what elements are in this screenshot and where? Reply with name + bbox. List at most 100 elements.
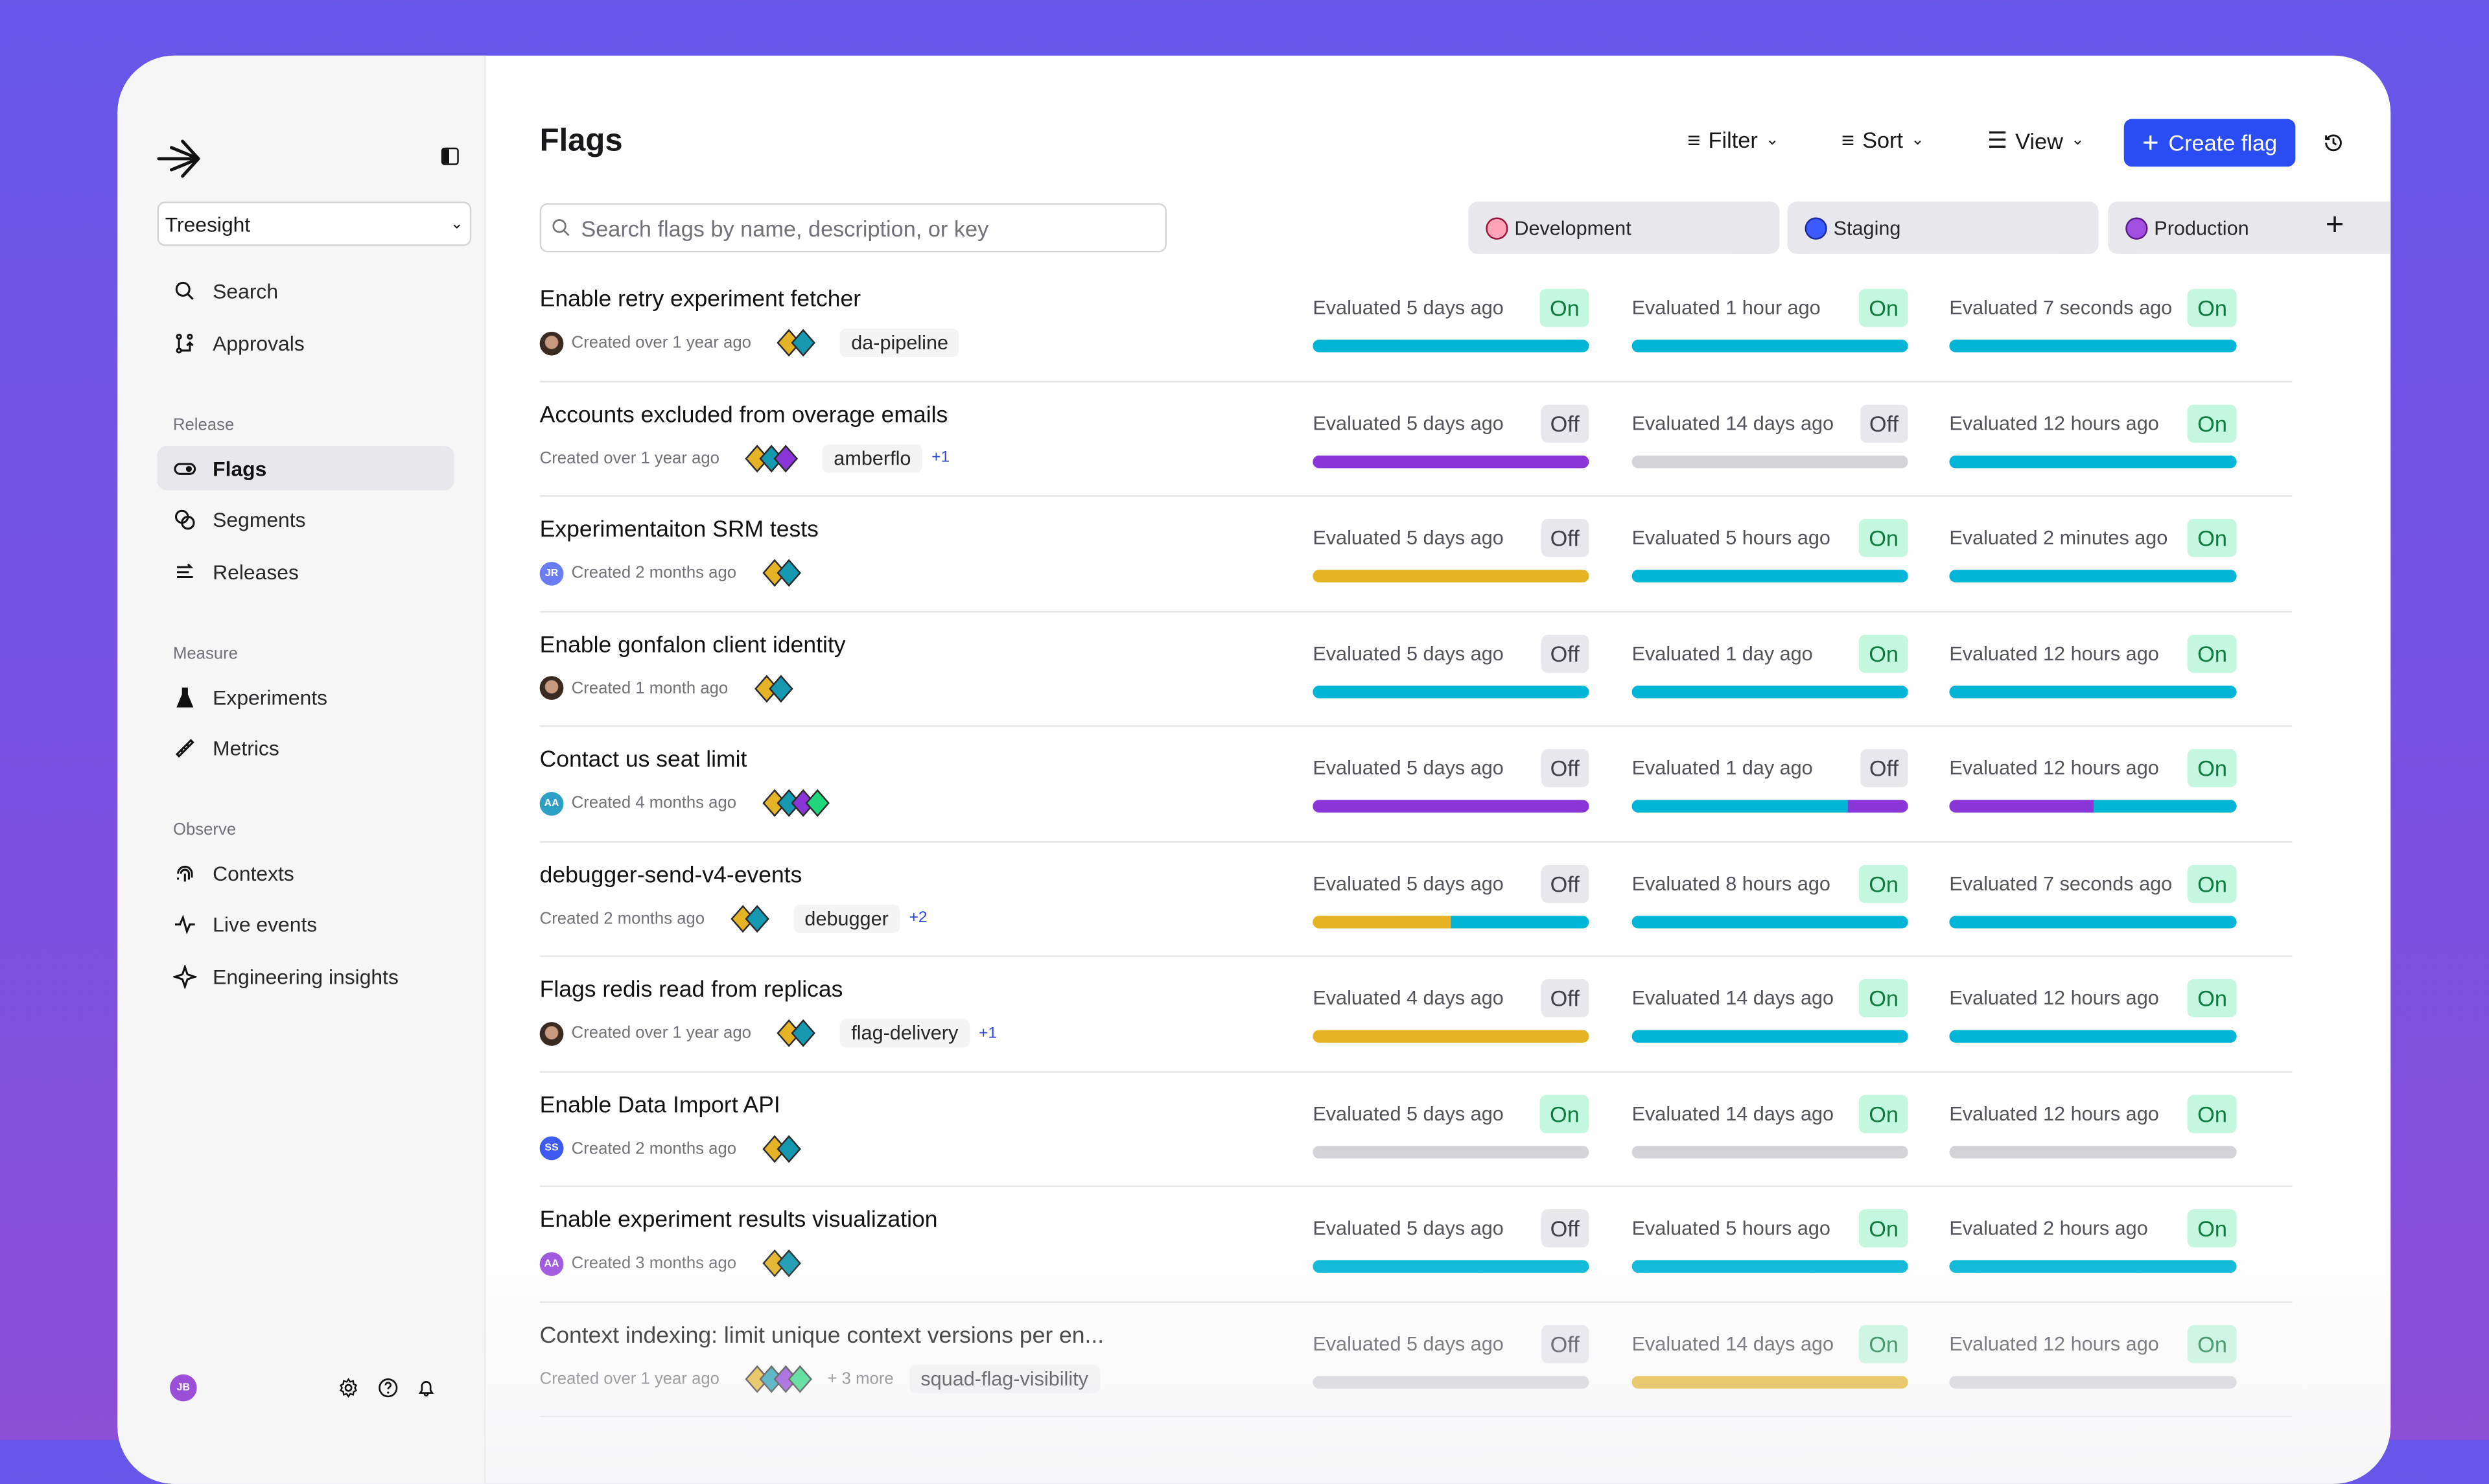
flag-row[interactable]: Flags redis read from replicas Created ov… bbox=[539, 957, 2293, 1072]
flag-name[interactable]: Accounts excluded from overage emails bbox=[540, 402, 948, 428]
evaluation-bar-segment bbox=[1313, 914, 1451, 928]
sidebar-item-flags[interactable]: Flags bbox=[157, 446, 454, 491]
created-text: Created over 1 year ago bbox=[571, 333, 751, 353]
sidebar-item-releases[interactable]: Releases bbox=[157, 550, 454, 594]
user-avatar[interactable]: JB bbox=[170, 1374, 197, 1402]
flag-row[interactable]: Enable gonfalon client identity Created 1… bbox=[539, 612, 2293, 727]
flag-row[interactable]: Contact us seat limit AA Created 4 months … bbox=[539, 727, 2293, 842]
search-input[interactable]: Search flags by name, description, or ke… bbox=[539, 203, 1167, 253]
sidebar-item-metrics[interactable]: Metrics bbox=[157, 726, 454, 771]
project-select[interactable]: Treesight ⌄ bbox=[157, 202, 472, 246]
filter-button[interactable]: ≡ Filter ⌄ bbox=[1687, 127, 1779, 152]
status-badge[interactable]: Off bbox=[1860, 404, 1908, 443]
status-badge[interactable]: On bbox=[2188, 288, 2237, 327]
sort-button[interactable]: ≡ Sort ⌄ bbox=[1841, 127, 1924, 152]
environment-status: Evaluated 1 day ago Off bbox=[1631, 727, 1908, 841]
sidebar-item-label: Live events bbox=[213, 912, 318, 937]
status-badge[interactable]: On bbox=[2188, 634, 2237, 673]
status-badge[interactable]: On bbox=[1859, 634, 1908, 673]
sidebar-item-live-events[interactable]: Live events bbox=[157, 902, 454, 947]
approvals-icon bbox=[176, 332, 194, 353]
flag-name[interactable]: Enable gonfalon client identity bbox=[540, 632, 846, 658]
evaluation-bar-segment bbox=[1631, 454, 1908, 468]
evaluation-bar-segment bbox=[1949, 570, 2237, 583]
evaluation-bar-segment bbox=[1313, 684, 1589, 698]
environment-status: Evaluated 12 hours ago On bbox=[1949, 612, 2237, 726]
status-badge[interactable]: On bbox=[2188, 979, 2237, 1017]
flag-name[interactable]: Contact us seat limit bbox=[540, 747, 747, 772]
created-text: Created 1 month ago bbox=[571, 678, 729, 698]
sidebar-item-label: Contexts bbox=[213, 861, 294, 885]
status-badge[interactable]: Off bbox=[1540, 518, 1589, 557]
extra-tags-count[interactable]: +1 bbox=[931, 449, 950, 467]
sidebar-item-engineering-insights[interactable]: Engineering insights bbox=[157, 954, 454, 999]
flag-meta: JR Created 2 months ago bbox=[539, 559, 810, 587]
sidebar-item-experiments[interactable]: Experiments bbox=[157, 675, 454, 719]
view-label: View bbox=[2015, 128, 2063, 154]
avatar bbox=[539, 676, 564, 701]
status-badge[interactable]: Off bbox=[1540, 404, 1589, 443]
status-badge[interactable]: On bbox=[1859, 864, 1908, 903]
view-button[interactable]: ☰ View ⌄ bbox=[1987, 127, 2085, 154]
extra-tags-count[interactable]: +2 bbox=[909, 909, 928, 927]
tag[interactable]: debugger bbox=[793, 903, 900, 933]
tag[interactable]: da-pipeline bbox=[840, 328, 960, 358]
sidebar-item-segments[interactable]: Segments bbox=[157, 498, 454, 542]
environment-development[interactable]: Development bbox=[1468, 202, 1780, 254]
environment-production[interactable]: Production bbox=[2108, 202, 2391, 254]
status-badge[interactable]: On bbox=[2188, 404, 2237, 443]
status-badge[interactable]: On bbox=[2188, 748, 2237, 787]
flag-row[interactable]: Experimentaiton SRM tests JR Created 2 mon… bbox=[539, 497, 2293, 612]
flag-name[interactable]: debugger-send-v4-events bbox=[540, 863, 802, 888]
evaluation-bar bbox=[1949, 454, 2237, 468]
sidebar-item-approvals[interactable]: Approvals bbox=[157, 321, 454, 365]
evaluated-text: Evaluated 5 days ago bbox=[1313, 757, 1504, 780]
status-badge[interactable]: On bbox=[1540, 1094, 1589, 1133]
avatar bbox=[539, 1021, 564, 1045]
evaluation-bar-segment bbox=[1949, 1144, 2237, 1158]
help-icon[interactable] bbox=[378, 1378, 399, 1398]
evaluation-bar bbox=[1949, 1030, 2237, 1043]
flask-icon bbox=[176, 686, 194, 707]
bell-icon[interactable] bbox=[416, 1378, 437, 1398]
tag[interactable]: flag-delivery bbox=[840, 1019, 970, 1048]
status-badge[interactable]: On bbox=[2188, 864, 2237, 903]
status-badge[interactable]: On bbox=[1540, 288, 1589, 327]
flag-row[interactable]: Enable Data Import API SS Created 2 months… bbox=[539, 1072, 2293, 1187]
status-badge[interactable]: Off bbox=[1540, 634, 1589, 673]
flag-name[interactable]: Enable retry experiment fetcher bbox=[540, 287, 861, 312]
flag-name[interactable]: Enable Data Import API bbox=[540, 1093, 780, 1118]
status-badge[interactable]: On bbox=[1859, 1094, 1908, 1133]
variations bbox=[730, 904, 769, 933]
status-badge[interactable]: Off bbox=[1540, 864, 1589, 903]
sidebar-item-contexts[interactable]: Contexts bbox=[157, 851, 454, 896]
status-badge[interactable]: On bbox=[2188, 518, 2237, 557]
variations bbox=[762, 789, 830, 817]
extra-tags-count[interactable]: +1 bbox=[979, 1025, 997, 1042]
flag-row[interactable]: debugger-send-v4-events Created 2 months … bbox=[539, 842, 2293, 957]
flag-name[interactable]: Experimentaiton SRM tests bbox=[540, 517, 819, 542]
flag-row[interactable]: Accounts excluded from overage emails Cre… bbox=[539, 382, 2293, 497]
environment-status: Evaluated 5 days ago Off bbox=[1313, 727, 1589, 841]
status-badge[interactable]: Off bbox=[1540, 748, 1589, 787]
search-icon bbox=[552, 219, 570, 237]
status-badge[interactable]: On bbox=[1859, 518, 1908, 557]
tag[interactable]: amberflo bbox=[823, 443, 922, 472]
status-badge[interactable]: On bbox=[1859, 979, 1908, 1017]
status-badge[interactable]: Off bbox=[1540, 979, 1589, 1017]
history-icon[interactable] bbox=[2322, 132, 2344, 154]
gear-icon[interactable] bbox=[338, 1378, 359, 1398]
status-badge[interactable]: On bbox=[2188, 1094, 2237, 1133]
status-badge[interactable]: Off bbox=[1860, 748, 1908, 787]
sidebar-toggle-icon[interactable] bbox=[441, 147, 459, 165]
evaluation-bar-segment bbox=[1631, 914, 1908, 928]
environment-staging[interactable]: Staging bbox=[1787, 202, 2099, 254]
flag-name[interactable]: Flags redis read from replicas bbox=[540, 978, 843, 1003]
add-environment-button[interactable]: + bbox=[2326, 208, 2344, 244]
variations bbox=[777, 329, 816, 357]
filter-label: Filter bbox=[1708, 126, 1758, 153]
status-badge[interactable]: On bbox=[1859, 288, 1908, 327]
flag-row[interactable]: Enable retry experiment fetcher Created o… bbox=[539, 266, 2293, 382]
create-flag-button[interactable]: + Create flag bbox=[2123, 119, 2296, 167]
sidebar-item-search[interactable]: Search bbox=[157, 268, 454, 313]
